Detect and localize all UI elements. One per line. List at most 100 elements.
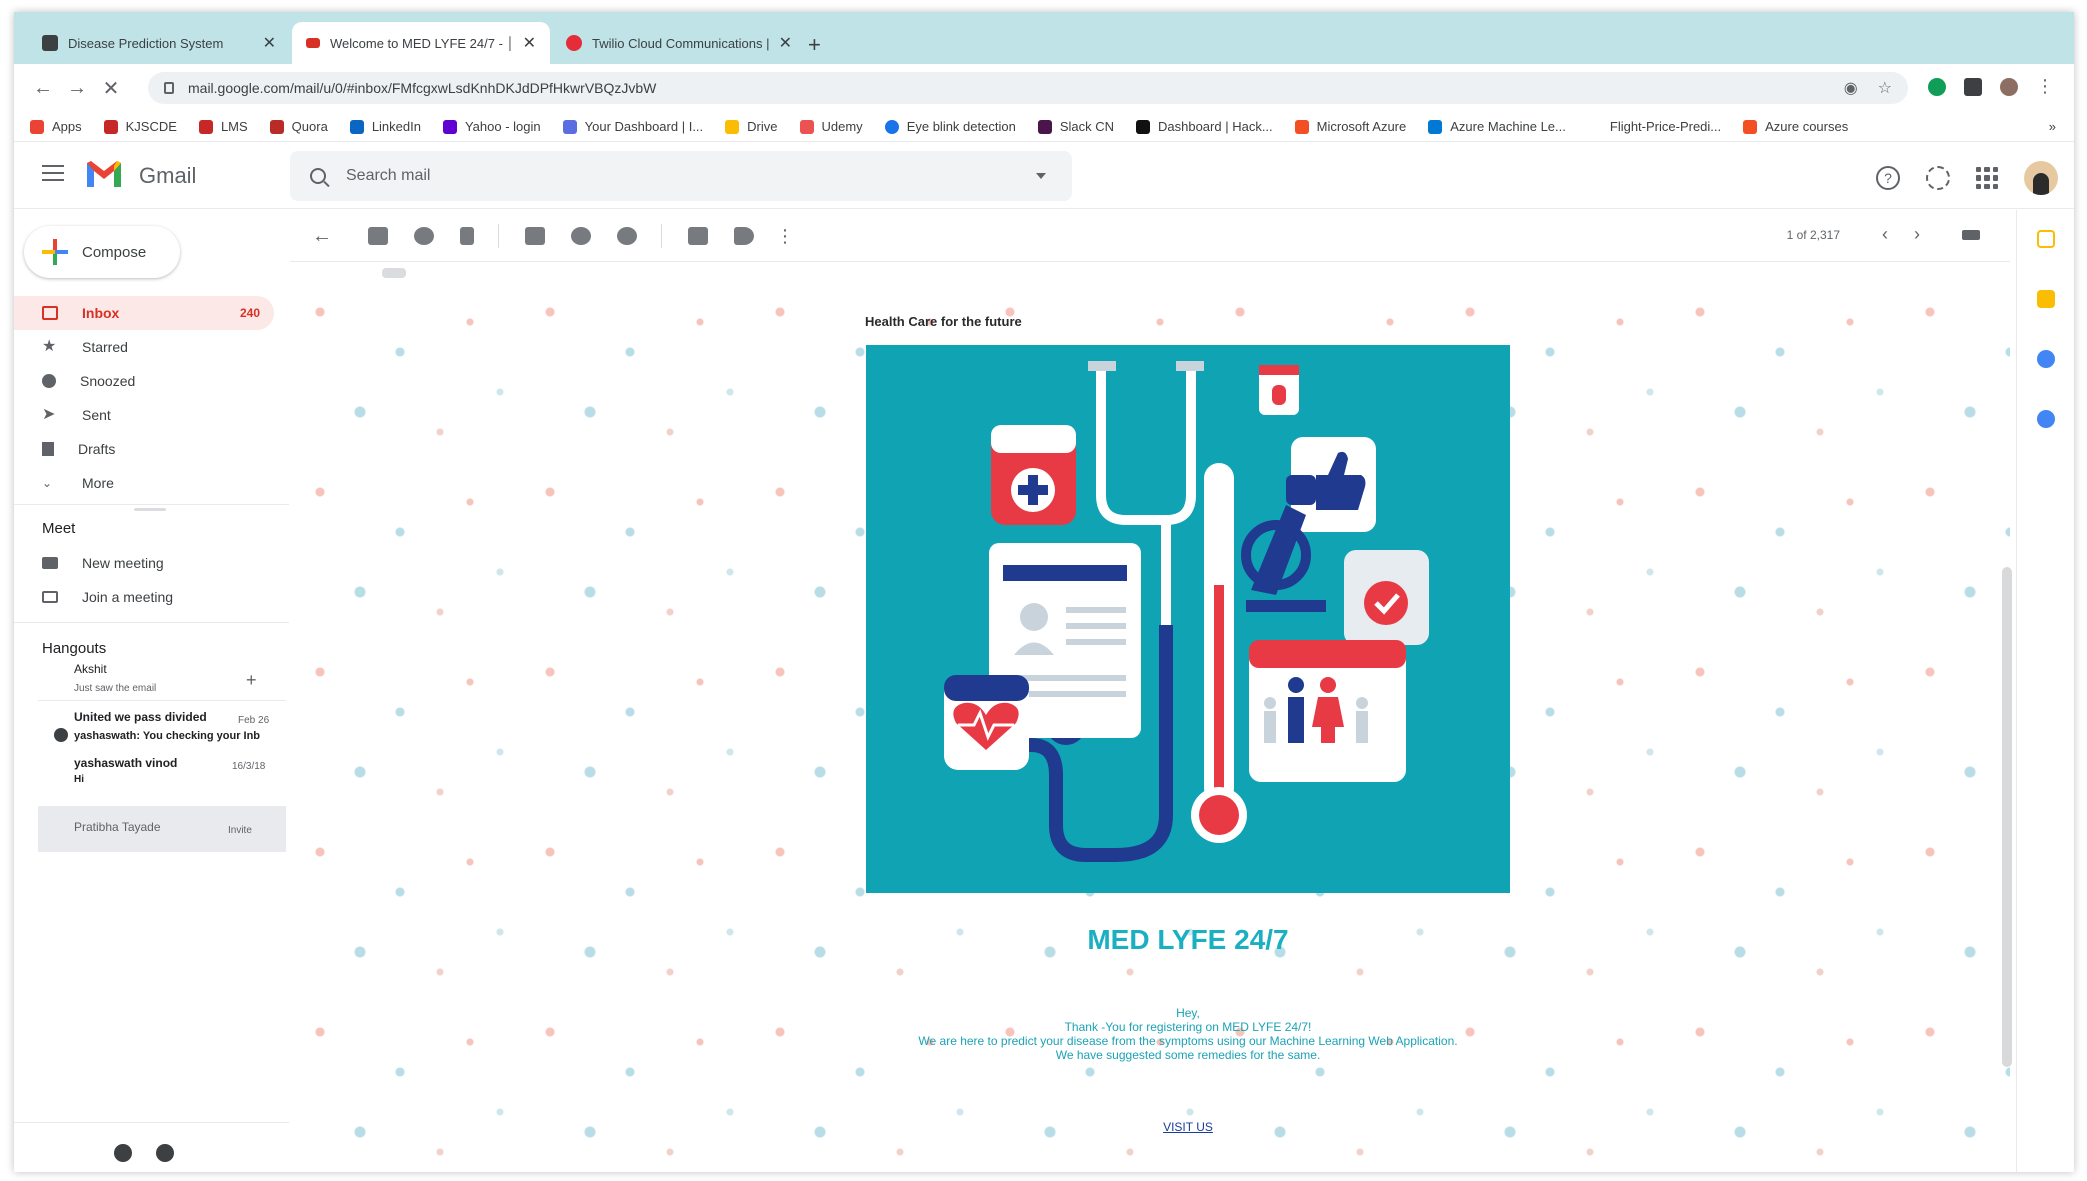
search-mail-box[interactable]: Search mail xyxy=(290,151,1072,201)
close-icon[interactable]: ✕ xyxy=(779,33,792,53)
input-tools-icon[interactable] xyxy=(1962,230,1980,240)
keep-icon[interactable] xyxy=(2037,290,2055,308)
menu-kebab-icon[interactable]: ⋮ xyxy=(2036,76,2054,97)
tab-twilio[interactable]: Twilio Cloud Communications | ✕ xyxy=(552,22,806,64)
tasks-icon[interactable] xyxy=(2037,350,2055,368)
archive-icon[interactable] xyxy=(368,226,388,245)
bookmark-favicon-icon xyxy=(103,119,118,134)
help-icon[interactable]: ? xyxy=(1876,166,1900,190)
message-line: Thank -You for registering on MED LYFE 2… xyxy=(1064,1020,1312,1034)
gmail-header: Gmail Search mail ? xyxy=(14,143,2074,209)
chat-title[interactable]: Pratibha Tayade xyxy=(74,820,161,834)
bookmark-item[interactable]: KJSCDE xyxy=(103,119,177,134)
search-options-icon[interactable] xyxy=(1036,173,1046,179)
bookmark-star-icon[interactable]: ☆ xyxy=(1878,78,1892,98)
chat-title[interactable]: United we pass divided xyxy=(74,710,207,724)
add-to-tasks-icon[interactable] xyxy=(617,226,637,245)
back-icon[interactable]: ← xyxy=(26,77,60,100)
person-icon[interactable] xyxy=(114,1144,132,1162)
profile-avatar-icon[interactable] xyxy=(2000,77,2018,96)
meet-section-title: Meet xyxy=(42,520,76,537)
chat-time: 16/3/18 xyxy=(232,761,266,772)
bookmark-item[interactable]: Azure Machine Le... xyxy=(1428,119,1566,134)
new-tab-icon[interactable]: + xyxy=(808,32,821,58)
hangouts-section-title: Hangouts xyxy=(42,640,107,657)
delete-icon[interactable] xyxy=(460,226,474,245)
bookmark-item[interactable]: Your Dashboard | I... xyxy=(562,119,703,134)
bookmark-item[interactable]: Flight-Price-Predi... xyxy=(1587,119,1721,134)
new-meeting-link[interactable]: New meeting xyxy=(42,555,164,571)
sidebar-item-sent[interactable]: ➤ Sent xyxy=(14,398,274,432)
chevron-left-icon[interactable]: ‹ xyxy=(1882,224,1888,245)
chat-title[interactable]: yashaswath vinod xyxy=(74,756,177,770)
section-divider xyxy=(14,622,289,623)
bookmark-item[interactable]: Microsoft Azure xyxy=(1294,119,1406,134)
bookmark-item[interactable]: Udemy xyxy=(799,119,863,134)
sidebar-item-inbox[interactable]: Inbox 240 xyxy=(14,296,274,330)
visit-us-link[interactable]: VISIT US xyxy=(866,1120,1510,1134)
back-to-inbox-icon[interactable]: ← xyxy=(312,226,332,246)
sidebar-item-more[interactable]: ⌄ More xyxy=(14,466,274,500)
join-meeting-link[interactable]: Join a meeting xyxy=(42,589,173,605)
gmail-favicon-icon xyxy=(306,38,320,48)
hangouts-quote-icon[interactable] xyxy=(156,1144,174,1162)
bookmark-item[interactable]: Slack CN xyxy=(1037,119,1114,134)
settings-gear-icon[interactable] xyxy=(1926,166,1950,190)
bookmark-item[interactable]: Yahoo - login xyxy=(442,119,541,134)
close-icon[interactable]: ✕ xyxy=(523,33,536,53)
bookmark-item[interactable]: Azure courses xyxy=(1743,119,1848,134)
tab-disease-prediction[interactable]: Disease Prediction System ✕ xyxy=(28,22,290,64)
chevron-right-icon[interactable]: › xyxy=(1914,224,1920,245)
star-icon: ★ xyxy=(42,338,57,355)
forward-icon[interactable]: → xyxy=(60,77,94,100)
bookmark-favicon-icon xyxy=(1136,119,1150,134)
sidebar-item-label: Snoozed xyxy=(80,373,136,389)
bookmarks-bar: Apps KJSCDE LMS Quora LinkedIn Yahoo - l… xyxy=(14,112,2074,142)
compose-button[interactable]: Compose xyxy=(24,226,180,278)
bookmarks-overflow[interactable]: » xyxy=(2049,119,2056,134)
address-bar[interactable]: mail.google.com/mail/u/0/#inbox/FMfcgxwL… xyxy=(148,72,1908,104)
toolbar-divider xyxy=(498,223,499,248)
stop-icon[interactable]: ✕ xyxy=(94,76,128,101)
bookmark-item[interactable]: LinkedIn xyxy=(349,119,421,134)
sidebar-item-snoozed[interactable]: Snoozed xyxy=(14,364,274,398)
bookmark-item[interactable]: Drive xyxy=(725,119,778,134)
report-spam-icon[interactable] xyxy=(414,226,434,245)
bookmark-item[interactable]: Apps xyxy=(30,119,82,134)
mark-unread-icon[interactable] xyxy=(525,226,545,245)
show-trimmed-content-icon[interactable] xyxy=(382,268,406,278)
bookmark-favicon-icon xyxy=(562,119,577,134)
account-avatar[interactable] xyxy=(2024,161,2058,195)
pager-text: 1 of 2,317 xyxy=(1786,228,1840,242)
label-icon[interactable] xyxy=(734,226,754,245)
sidebar-item-starred[interactable]: ★ Starred xyxy=(14,330,274,364)
bookmark-favicon-icon xyxy=(1428,119,1443,134)
bookmark-item[interactable]: Dashboard | Hack... xyxy=(1136,119,1273,134)
bookmark-item[interactable]: Eye blink detection xyxy=(884,119,1016,134)
clock-icon xyxy=(42,374,56,388)
search-input[interactable]: Search mail xyxy=(346,167,430,185)
sidebar-item-drafts[interactable]: Drafts xyxy=(14,432,274,466)
google-apps-icon[interactable] xyxy=(1976,167,1998,189)
calendar-icon[interactable] xyxy=(2037,230,2055,248)
eye-icon[interactable]: ◉ xyxy=(1844,78,1858,98)
tab-med-lyfe[interactable]: Welcome to MED LYFE 24/7 - │ ✕ xyxy=(292,22,550,64)
bookmark-item[interactable]: Quora xyxy=(269,119,328,134)
add-chat-icon[interactable]: + xyxy=(246,670,257,691)
drag-handle[interactable] xyxy=(134,508,166,511)
snooze-icon[interactable] xyxy=(571,226,591,245)
extensions-puzzle-icon[interactable] xyxy=(1964,77,1982,96)
healthcare-illustration-icon xyxy=(866,345,1510,893)
close-icon[interactable]: ✕ xyxy=(263,33,276,53)
hangouts-user-name[interactable]: Akshit xyxy=(74,662,107,676)
contacts-icon[interactable] xyxy=(2037,410,2055,428)
grammarly-extension-icon[interactable] xyxy=(1928,77,1946,96)
more-options-icon[interactable]: ⋮ xyxy=(776,227,796,245)
bookmark-item[interactable]: LMS xyxy=(198,119,248,134)
message-scrollbar[interactable] xyxy=(2002,567,2012,1067)
move-to-folder-icon[interactable] xyxy=(688,226,708,245)
search-icon[interactable] xyxy=(310,168,326,184)
main-menu-icon[interactable] xyxy=(42,165,64,186)
unread-count: 240 xyxy=(239,306,260,320)
gmail-logo-icon[interactable] xyxy=(84,159,124,189)
